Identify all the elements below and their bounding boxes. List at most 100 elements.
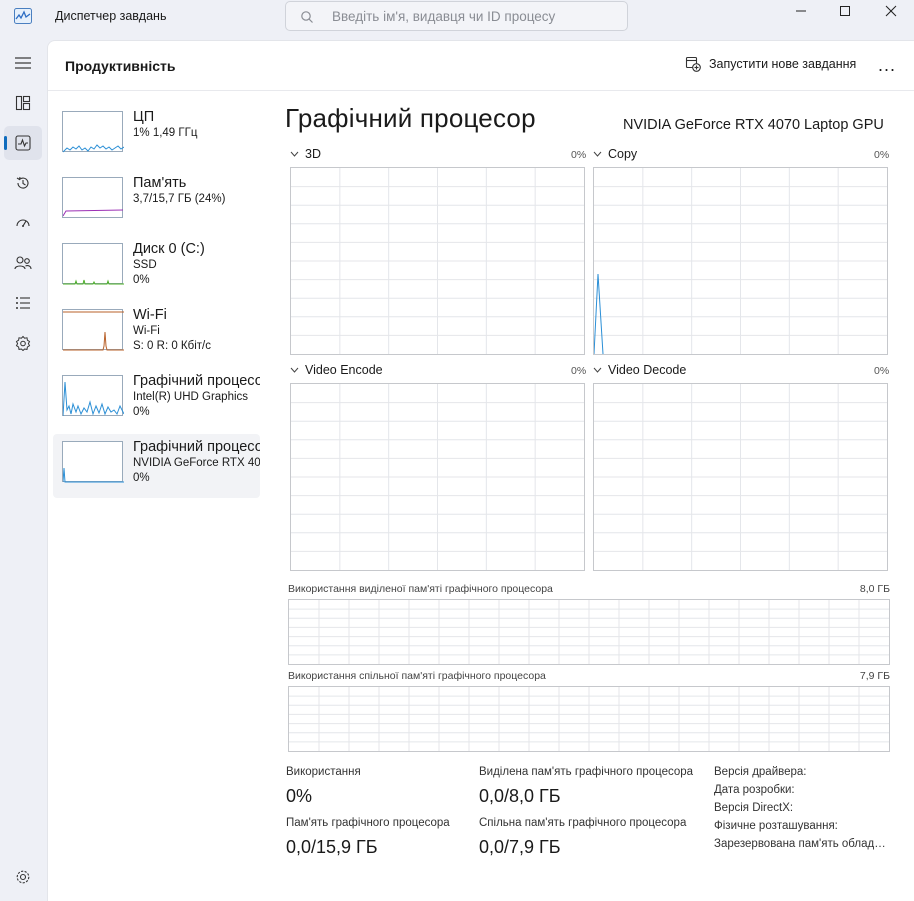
engine-selector-3d[interactable]: 3D — [290, 147, 321, 161]
engine-percent: 0% — [874, 365, 890, 377]
dedicated-memory-max: 8,0 ГБ — [859, 583, 890, 595]
header-divider — [48, 90, 914, 91]
device-thumbnail — [62, 111, 125, 153]
device-item[interactable]: ЦП 1% 1,49 ГГц — [53, 104, 260, 168]
copy-activity-line — [594, 273, 604, 354]
search-icon — [300, 10, 314, 24]
usage-label: Використання — [286, 766, 361, 778]
engine-selector-copy[interactable]: Copy — [593, 147, 637, 161]
more-options-button[interactable]: ... — [878, 55, 896, 76]
device-thumbnail — [62, 441, 124, 483]
run-new-task-button[interactable]: Запустити нове завдання — [685, 56, 856, 72]
startup-apps-icon — [16, 219, 30, 227]
engine-selector-video-decode[interactable]: Video Decode — [593, 363, 686, 377]
search-box[interactable]: Введіть ім'я, видавця чи ID процесу — [285, 1, 628, 31]
device-detail: NVIDIA GeForce RTX 4070 Laptop GPU — [133, 457, 260, 469]
gpu-model: NVIDIA GeForce RTX 4070 Laptop GPU — [623, 117, 884, 133]
settings-icon — [16, 870, 30, 884]
engine-graph-copy — [593, 167, 888, 355]
task-manager-icon — [14, 8, 32, 24]
app-history-icon — [16, 176, 29, 189]
engine-selector-video-encode[interactable]: Video Encode — [290, 363, 383, 377]
physical-location-label: Фізичне розташування: — [714, 820, 838, 832]
shared-memory-label: Використання спільної пам'яті графічного… — [288, 670, 546, 682]
chevron-down-icon — [593, 151, 602, 157]
usage-value: 0% — [286, 786, 313, 806]
device-item[interactable]: Пам'ять 3,7/15,7 ГБ (24%) — [53, 170, 260, 234]
engine-percent: 0% — [874, 149, 890, 161]
reserved-memory-label: Зарезервована пам'ять обладнання: — [714, 838, 889, 850]
chevron-down-icon — [290, 151, 299, 157]
nav-startup-apps[interactable] — [4, 206, 42, 240]
driver-version-label: Версія драйвера: — [714, 766, 807, 778]
device-detail: Intel(R) UHD Graphics — [133, 391, 249, 403]
device-name: Wi-Fi — [133, 307, 167, 323]
engine-percent: 0% — [571, 149, 587, 161]
performance-icon — [15, 135, 31, 151]
device-detail: Wi-Fi — [133, 325, 160, 337]
dedicated-memory-label: Використання виділеної пам'яті графічног… — [288, 583, 553, 595]
device-name: Пам'ять — [133, 175, 187, 191]
device-usage: 0% — [133, 472, 150, 484]
dedicated-memory-graph — [288, 599, 890, 665]
device-name: Графічний процесор 0 — [133, 373, 260, 389]
engine-label: Copy — [608, 147, 638, 161]
device-thumbnail — [62, 309, 124, 351]
gpu-memory-label: Пам'ять графічного процесора — [286, 817, 450, 829]
device-usage: 0% — [133, 274, 150, 286]
engine-label: Video Encode — [305, 363, 383, 377]
device-item[interactable]: Диск 0 (C:) SSD 0% — [53, 236, 260, 300]
search-input[interactable]: Введіть ім'я, видавця чи ID процесу — [332, 9, 555, 24]
minimize-button[interactable] — [778, 0, 824, 22]
gpu-title: Графічний процесор — [285, 103, 536, 133]
device-detail: 1% 1,49 ГГц — [133, 127, 198, 139]
nav-users[interactable] — [4, 246, 42, 280]
device-item[interactable]: Графічний процесор 1 NVIDIA GeForce RTX 4… — [53, 434, 260, 498]
device-item[interactable]: Wi-Fi Wi-Fi S: 0 R: 0 Кбіт/с — [53, 302, 260, 366]
engine-graph-3d — [290, 167, 585, 355]
dedicated-memory-stat-value: 0,0/8,0 ГБ — [479, 786, 561, 806]
device-detail: SSD — [133, 259, 157, 271]
engine-graph-video-decode — [593, 383, 888, 571]
engine-label: Video Decode — [608, 363, 687, 377]
device-thumbnail — [62, 177, 124, 218]
device-detail: 3,7/15,7 ГБ (24%) — [133, 193, 226, 205]
app-title: Диспетчер завдань — [55, 9, 167, 23]
dedicated-memory-stat-label: Виділена пам'ять графічного процесора — [479, 766, 694, 778]
driver-date-label: Дата розробки: — [714, 784, 795, 796]
device-thumbnail — [62, 375, 125, 417]
maximize-button[interactable] — [822, 0, 868, 22]
maximize-icon — [840, 6, 850, 16]
title-bar: Диспетчер завдань Введіть ім'я, видавця … — [0, 0, 914, 34]
engine-label: 3D — [305, 147, 321, 161]
chevron-down-icon — [593, 367, 602, 373]
shared-memory-max: 7,9 ГБ — [859, 670, 890, 682]
device-item[interactable]: Графічний процесор 0 Intel(R) UHD Graphic… — [53, 368, 260, 432]
close-button[interactable] — [868, 0, 914, 22]
nav-settings[interactable] — [4, 860, 42, 894]
run-task-icon — [685, 56, 701, 72]
device-usage: S: 0 R: 0 Кбіт/с — [133, 340, 211, 352]
engine-graph-video-encode — [290, 383, 585, 571]
nav-app-history[interactable] — [4, 166, 42, 200]
run-task-label: Запустити нове завдання — [709, 57, 857, 71]
device-name: Графічний процесор 1 — [133, 439, 260, 455]
nav-details[interactable] — [4, 286, 42, 320]
processes-icon — [15, 95, 31, 111]
page-title: Продуктивність — [65, 58, 176, 74]
details-icon — [16, 297, 30, 309]
nav-processes[interactable] — [4, 86, 42, 120]
users-icon — [14, 256, 32, 270]
minimize-icon — [796, 10, 806, 12]
nav-rail — [0, 40, 46, 901]
directx-version-label: Версія DirectX: — [714, 802, 794, 814]
chevron-down-icon — [290, 367, 299, 373]
nav-performance[interactable] — [4, 126, 42, 160]
nav-services[interactable] — [4, 326, 42, 360]
gpu-memory-value: 0,0/15,9 ГБ — [286, 837, 378, 857]
shared-memory-stat-label: Спільна пам'ять графічного процесора — [479, 817, 687, 829]
menu-button[interactable] — [4, 46, 42, 80]
device-usage: 0% — [133, 406, 150, 418]
close-icon — [885, 5, 897, 17]
device-name: Диск 0 (C:) — [133, 241, 205, 257]
